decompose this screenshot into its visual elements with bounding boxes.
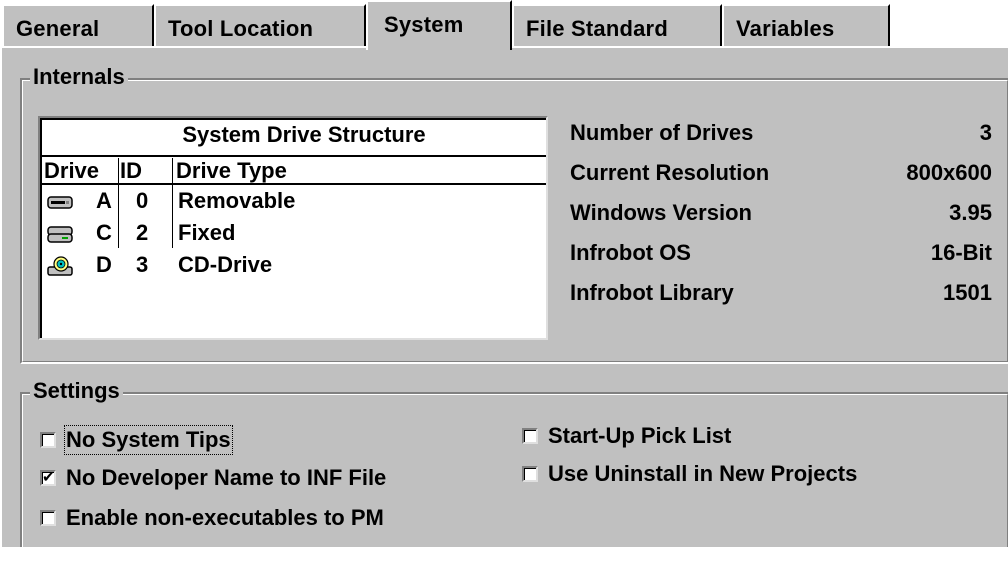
drive-id: 2 xyxy=(136,220,149,245)
checkbox-label: Start-Up Pick List xyxy=(548,423,732,448)
tab-file-standard[interactable]: File Standard xyxy=(512,4,722,46)
checkbox-box[interactable] xyxy=(522,428,538,444)
info-label: Number of Drives xyxy=(570,120,754,145)
info-value: 800x600 xyxy=(906,160,992,185)
info-label: Infrobot Library xyxy=(570,280,734,305)
checkbox-box[interactable] xyxy=(40,510,56,526)
column-header-drive-type[interactable]: Drive Type xyxy=(176,158,287,184)
check-mark-icon: ✔ xyxy=(42,468,55,486)
list-item[interactable]: A 0 Removable xyxy=(40,188,546,220)
column-header-drive[interactable]: Drive xyxy=(44,158,99,184)
checkbox-label: Enable non-executables to PM xyxy=(66,505,384,530)
drive-letter: A xyxy=(96,188,112,213)
drive-list-header-divider xyxy=(40,183,546,185)
tab-tool-location[interactable]: Tool Location xyxy=(154,4,366,46)
panel-bottom-edge xyxy=(2,547,1008,561)
drive-list-title-divider xyxy=(40,155,546,157)
info-value: 3 xyxy=(979,120,992,145)
tab-variables[interactable]: Variables xyxy=(722,4,890,46)
checkbox-label: Use Uninstall in New Projects xyxy=(548,461,858,486)
drive-type: Removable xyxy=(178,188,296,213)
info-value: 16-Bit xyxy=(930,240,992,265)
tab-general-label: General xyxy=(16,16,100,41)
system-tab-panel: Internals System Drive Structure Drive I… xyxy=(0,46,1008,561)
tab-system[interactable]: System xyxy=(366,0,512,50)
drive-letter: C xyxy=(96,220,112,245)
column-header-id[interactable]: ID xyxy=(120,158,142,184)
no-developer-name-checkbox[interactable]: ✔ No Developer Name to INF File xyxy=(40,462,386,494)
list-item[interactable]: C 2 Fixed xyxy=(40,220,546,252)
tab-system-label: System xyxy=(384,12,464,37)
tab-file-standard-label: File Standard xyxy=(526,16,668,41)
drive-list-header: Drive ID Drive Type xyxy=(40,158,546,186)
start-up-pick-list-checkbox[interactable]: Start-Up Pick List xyxy=(522,420,731,452)
tab-tool-location-label: Tool Location xyxy=(168,16,314,41)
removable-drive-icon xyxy=(47,196,73,209)
fixed-drive-icon xyxy=(47,226,73,243)
info-label: Infrobot OS xyxy=(570,240,691,265)
tab-general[interactable]: General xyxy=(2,4,154,46)
info-row-infrobot-library: Infrobot Library 1501 xyxy=(570,280,992,314)
internals-group-title: Internals xyxy=(30,64,128,90)
drive-id: 0 xyxy=(136,188,149,213)
tab-variables-label: Variables xyxy=(736,16,835,41)
drive-list-title: System Drive Structure xyxy=(182,122,426,147)
checkbox-label: No Developer Name to INF File xyxy=(66,465,387,490)
drive-letter: D xyxy=(96,252,112,277)
info-label: Windows Version xyxy=(570,200,752,225)
enable-non-executables-checkbox[interactable]: Enable non-executables to PM xyxy=(40,502,384,534)
info-row-number-of-drives: Number of Drives 3 xyxy=(570,120,992,154)
info-row-infrobot-os: Infrobot OS 16-Bit xyxy=(570,240,992,274)
tab-strip: General Tool Location System File Standa… xyxy=(0,0,1008,50)
drive-structure-list[interactable]: System Drive Structure Drive ID Drive Ty… xyxy=(38,116,548,340)
drive-type: CD-Drive xyxy=(178,252,273,277)
info-row-current-resolution: Current Resolution 800x600 xyxy=(570,160,992,194)
info-label: Current Resolution xyxy=(570,160,770,185)
drive-id: 3 xyxy=(136,252,149,277)
info-value: 3.95 xyxy=(949,200,992,225)
drive-type: Fixed xyxy=(178,220,236,245)
checkbox-box[interactable]: ✔ xyxy=(40,470,56,486)
info-value: 1501 xyxy=(943,280,992,305)
checkbox-label: No System Tips xyxy=(64,425,233,455)
checkbox-box[interactable] xyxy=(522,466,538,482)
info-row-windows-version: Windows Version 3.95 xyxy=(570,200,992,234)
no-system-tips-checkbox[interactable]: No System Tips xyxy=(40,424,233,456)
cd-drive-icon xyxy=(47,256,73,276)
use-uninstall-checkbox[interactable]: Use Uninstall in New Projects xyxy=(522,458,857,490)
checkbox-box[interactable] xyxy=(40,432,56,448)
settings-group-title: Settings xyxy=(30,378,123,404)
list-item[interactable]: D 3 CD-Drive xyxy=(40,252,546,284)
